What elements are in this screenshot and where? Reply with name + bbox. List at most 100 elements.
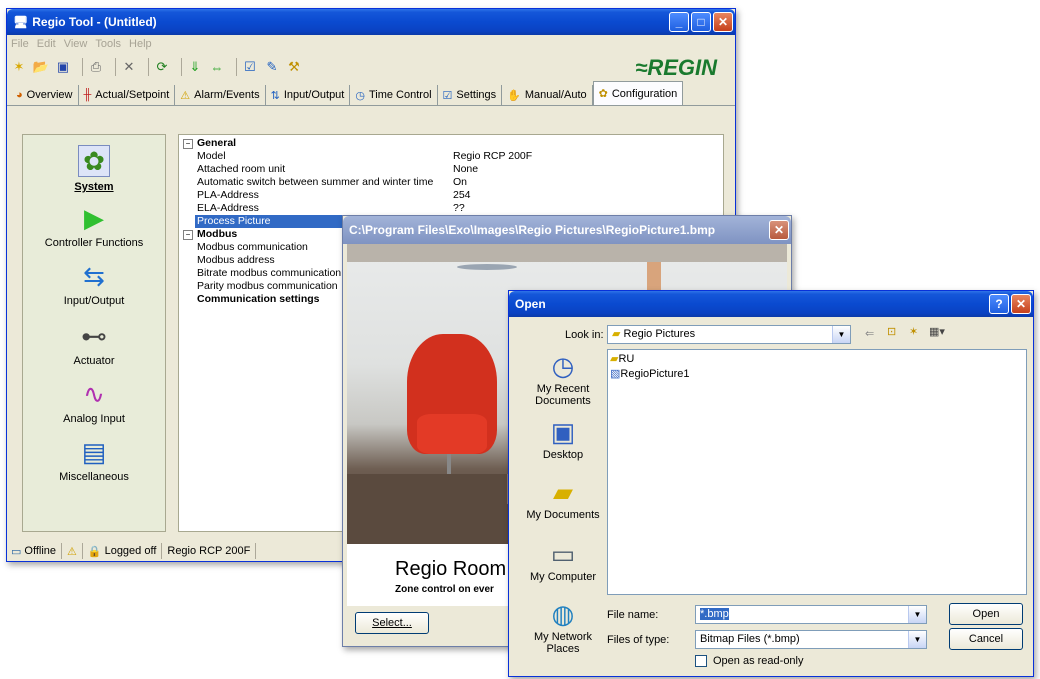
menu-view[interactable]: View [64, 38, 88, 50]
place-desktop[interactable]: ▣ Desktop [515, 417, 611, 461]
save-icon[interactable]: ▣ [55, 59, 71, 75]
lock-icon: 🔒 [87, 545, 102, 558]
io-icon: ⇅ [270, 89, 280, 102]
look-in-select[interactable]: ▰ Regio Pictures ▼ [607, 325, 851, 344]
my-documents-icon: ▰ [553, 477, 573, 507]
list-item[interactable]: ▰RU [610, 352, 634, 365]
file-type-label: Files of type: [607, 634, 670, 646]
tab-alarm-events[interactable]: ⚠ Alarm/Events [175, 85, 266, 105]
back-icon[interactable]: ⇐ [865, 327, 874, 340]
delete-icon[interactable]: ✕ [121, 59, 137, 75]
new-icon[interactable]: ✶ [11, 59, 27, 75]
toolbar: ✶ 📂 ▣ ⎙ ✕ ⟳ ⇓ ⇔ ☑ ✎ ⚒ ≈REGIN [7, 53, 735, 81]
open-dialog-title: Open [515, 297, 546, 311]
analog-input-icon: ∿ [83, 379, 105, 409]
sidebar-item-actuator[interactable]: ⊷ Actuator [23, 321, 165, 367]
picture-titlebar[interactable]: C:\Program Files\Exo\Images\Regio Pictur… [343, 216, 791, 244]
tab-overview[interactable]: ◕ Overview [11, 85, 79, 105]
place-my-computer[interactable]: ▭ My Computer [515, 539, 611, 583]
look-in-label: Look in: [565, 329, 604, 341]
main-titlebar[interactable]: 🖥 Regio Tool - (Untitled) _ □ ✕ [7, 9, 735, 35]
folder-icon: ▰ [612, 328, 621, 340]
status-model: Regio RCP 200F [162, 543, 257, 559]
list-item[interactable]: ▧RegioPicture1 [610, 367, 690, 380]
system-icon: ✿ [78, 145, 110, 177]
tab-bar: ◕ Overview ╫ Actual/Setpoint ⚠ Alarm/Events… [7, 81, 735, 106]
network-places-icon: ◍ [551, 599, 575, 629]
download-icon[interactable]: ⇓ [187, 59, 203, 75]
desktop-icon: ▣ [550, 417, 576, 447]
open-titlebar[interactable]: Open ? ✕ [509, 291, 1033, 317]
overview-icon: ◕ [16, 89, 23, 101]
tab-input-output[interactable]: ⇅ Input/Output [266, 85, 351, 105]
category-sidebar: ✿ System ▶ Controller Functions ⇆ Input/… [22, 134, 166, 532]
edit-icon[interactable]: ✎ [264, 59, 280, 75]
group-general[interactable]: − General [179, 137, 723, 150]
select-button[interactable]: Select... [355, 612, 429, 634]
place-my-documents[interactable]: ▰ My Documents [515, 477, 611, 521]
chevron-down-icon[interactable]: ▼ [908, 606, 926, 623]
tab-actual-setpoint[interactable]: ╫ Actual/Setpoint [79, 85, 176, 105]
place-recent-documents[interactable]: ◷ My Recent Documents [515, 351, 611, 407]
refresh-icon[interactable]: ⟳ [154, 59, 170, 75]
up-folder-icon[interactable]: ⊡ [887, 325, 896, 338]
picture-window-title: C:\Program Files\Exo\Images\Regio Pictur… [349, 223, 716, 237]
sidebar-item-system[interactable]: ✿ System [23, 145, 165, 193]
tab-time-control[interactable]: ◷ Time Control [350, 85, 438, 105]
property-row[interactable]: Automatic switch between summer and wint… [179, 176, 723, 189]
menu-file[interactable]: File [11, 38, 29, 50]
maximize-button[interactable]: □ [691, 12, 711, 32]
input-output-icon: ⇆ [83, 261, 105, 291]
config-icon: ✿ [598, 88, 608, 100]
close-button[interactable]: ✕ [769, 220, 789, 240]
open-button[interactable]: Open [949, 603, 1023, 625]
alarm-icon: ⚠ [67, 545, 77, 558]
menu-help[interactable]: Help [129, 38, 152, 50]
place-network[interactable]: ◍ My Network Places [515, 599, 611, 655]
chart-icon[interactable]: ☑ [242, 59, 258, 75]
sidebar-item-miscellaneous[interactable]: ▤ Miscellaneous [23, 437, 165, 483]
my-computer-icon: ▭ [550, 539, 576, 569]
tab-configuration[interactable]: ✿ Configuration [592, 81, 684, 105]
menu-edit[interactable]: Edit [37, 38, 56, 50]
print-icon[interactable]: ⎙ [88, 59, 104, 75]
collapse-icon[interactable]: − [183, 139, 193, 149]
tool-icon[interactable]: ⚒ [286, 59, 302, 75]
sidebar-item-input-output[interactable]: ⇆ Input/Output [23, 261, 165, 307]
main-window-title: Regio Tool - (Untitled) [32, 15, 157, 29]
views-menu-icon[interactable]: ▦▾ [929, 325, 945, 338]
tab-settings[interactable]: ☑ Settings [438, 85, 503, 105]
property-row[interactable]: Model Regio RCP 200F [179, 150, 723, 163]
close-button[interactable]: ✕ [713, 12, 733, 32]
menu-tools[interactable]: Tools [95, 38, 121, 50]
status-alarm: ⚠ [62, 543, 83, 559]
file-list[interactable]: ▰RU ▧RegioPicture1 [607, 349, 1027, 595]
bitmap-file-icon: ▧ [610, 368, 621, 380]
places-bar: ◷ My Recent Documents ▣ Desktop ▰ My Docume… [515, 349, 611, 669]
sidebar-item-analog-input[interactable]: ∿ Analog Input [23, 379, 165, 425]
property-row[interactable]: PLA-Address 254 [179, 189, 723, 202]
new-folder-icon[interactable]: ✶ [909, 325, 918, 338]
chevron-down-icon[interactable]: ▼ [832, 326, 850, 343]
close-button[interactable]: ✕ [1011, 294, 1031, 314]
help-button[interactable]: ? [989, 294, 1009, 314]
regin-logo: ≈REGIN [635, 55, 717, 80]
alarm-icon: ⚠ [180, 89, 191, 102]
minimize-button[interactable]: _ [669, 12, 689, 32]
transfer-icon[interactable]: ⇔ [209, 59, 225, 75]
file-type-select[interactable]: Bitmap Files (*.bmp) ▼ [695, 630, 927, 649]
property-row[interactable]: Attached room unit None [179, 163, 723, 176]
tab-manual-auto[interactable]: ✋ Manual/Auto [502, 85, 593, 105]
readonly-checkbox[interactable] [695, 655, 707, 667]
readonly-option[interactable]: Open as read-only [695, 655, 804, 667]
sidebar-item-controller-functions[interactable]: ▶ Controller Functions [23, 203, 165, 249]
offline-icon: ▭ [11, 545, 22, 558]
property-row[interactable]: ELA-Address?? [179, 202, 723, 215]
open-icon[interactable]: 📂 [33, 59, 49, 75]
recent-documents-icon: ◷ [551, 351, 575, 381]
file-name-input[interactable]: *.bmp ▼ [695, 605, 927, 624]
status-login: 🔒 Logged off [83, 543, 163, 559]
collapse-icon[interactable]: − [183, 230, 193, 240]
cancel-button[interactable]: Cancel [949, 628, 1023, 650]
chevron-down-icon[interactable]: ▼ [908, 631, 926, 648]
